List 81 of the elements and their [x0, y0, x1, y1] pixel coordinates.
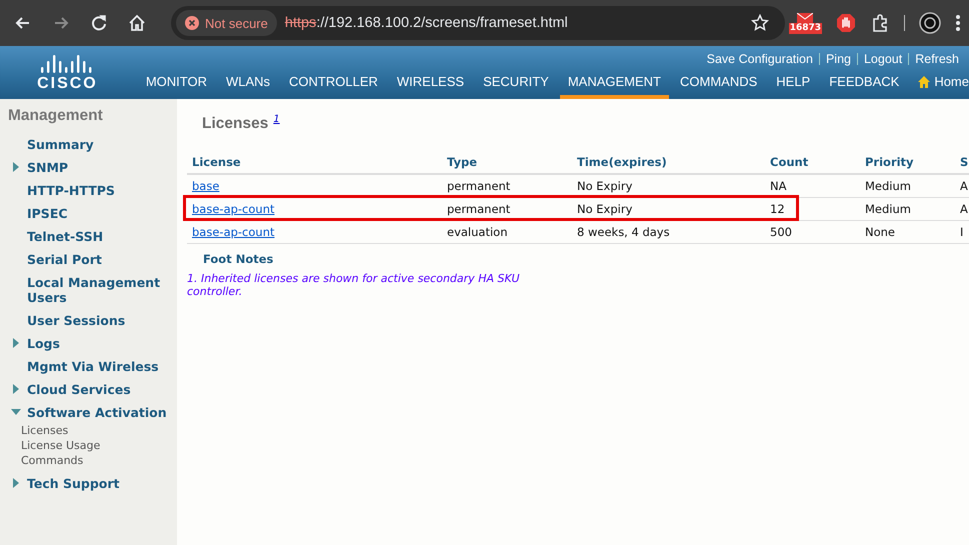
collapsed-triangle-icon[interactable]: [11, 478, 21, 488]
footnote-text: 1. Inherited licenses are shown for active secondary HA SKU controller.: [187, 272, 521, 298]
nav-tab[interactable]: MONITOR: [138, 68, 215, 99]
table-cell: No Expiry: [577, 179, 632, 193]
nav-tab[interactable]: HELP: [768, 68, 818, 99]
table-cell: I: [960, 225, 964, 239]
sidebar-item[interactable]: SNMP: [27, 160, 177, 175]
table-cell: permanent: [447, 202, 510, 216]
collapsed-triangle-icon[interactable]: [11, 338, 21, 348]
sidebar-item[interactable]: Cloud Services: [27, 382, 177, 397]
logo-bars-icon: [41, 52, 94, 72]
hand-stop-icon[interactable]: [836, 13, 856, 33]
nav-tab[interactable]: SECURITY: [475, 68, 557, 99]
table-cell: A: [960, 179, 968, 193]
column-header: Type: [442, 151, 572, 174]
nav-tab[interactable]: FEEDBACK: [821, 68, 908, 99]
envelope-icon: [797, 12, 814, 22]
sidebar-item[interactable]: HTTP-HTTPS: [27, 183, 177, 198]
sidebar-subitem[interactable]: Commands: [21, 453, 177, 468]
table-cell: permanent: [447, 179, 510, 193]
sidebar-item[interactable]: Serial Port: [27, 252, 177, 267]
sidebar-item[interactable]: Summary: [27, 137, 177, 152]
table-cell: Medium: [865, 179, 911, 193]
sidebar-item[interactable]: Telnet-SSH: [27, 229, 177, 244]
badge-count: 16873: [788, 22, 822, 34]
puzzle-icon[interactable]: [870, 13, 890, 33]
home-icon[interactable]: [127, 13, 147, 33]
header-link[interactable]: Logout: [864, 52, 902, 66]
sidebar-subitem[interactable]: Licenses: [21, 423, 177, 438]
url-text: https://192.168.100.2/screens/frameset.html: [284, 15, 568, 31]
column-header: Priority: [860, 151, 955, 174]
table-cell: Medium: [865, 202, 911, 216]
header-link[interactable]: Ping: [826, 52, 851, 66]
table-cell: 12: [770, 202, 785, 216]
license-link[interactable]: base-ap-count: [192, 225, 275, 239]
house-icon: [918, 76, 930, 88]
table-cell: evaluation: [447, 225, 508, 239]
home-link[interactable]: Home: [910, 68, 969, 99]
header-link[interactable]: Save Configuration: [706, 52, 813, 66]
table-cell: None: [865, 225, 896, 239]
profile-avatar-icon[interactable]: [919, 12, 941, 34]
nav-tab[interactable]: WIRELESS: [388, 68, 472, 99]
table-cell: A: [960, 202, 968, 216]
security-label: Not secure: [205, 16, 268, 30]
sidebar-item[interactable]: Logs: [27, 336, 177, 351]
logo-text: CISCO: [37, 74, 98, 92]
column-header: Time(expires): [572, 151, 765, 174]
reload-icon[interactable]: [89, 13, 109, 33]
column-header: S: [955, 151, 969, 174]
sidebar-item[interactable]: Tech Support: [27, 476, 177, 491]
expanded-triangle-icon[interactable]: [11, 407, 21, 417]
sidebar-item[interactable]: Local Management Users: [27, 275, 177, 305]
sidebar-title: Management: [8, 107, 104, 125]
license-link[interactable]: base-ap-count: [192, 202, 275, 216]
nav-tab[interactable]: COMMANDS: [672, 68, 766, 99]
license-link[interactable]: base: [192, 179, 220, 193]
sidebar-item[interactable]: User Sessions: [27, 313, 177, 328]
star-icon[interactable]: [751, 14, 769, 32]
page-title: Licenses: [202, 115, 268, 132]
table-cell: 500: [770, 225, 792, 239]
sidebar-subitem[interactable]: License Usage: [21, 438, 177, 453]
column-header: Count: [765, 151, 860, 174]
sidebar-item[interactable]: IPSEC: [27, 206, 177, 221]
warning-icon: [185, 16, 199, 30]
table-cell: NA: [770, 179, 786, 193]
collapsed-triangle-icon[interactable]: [11, 384, 21, 394]
security-chip[interactable]: Not secure: [176, 10, 277, 36]
sidebar-item[interactable]: Mgmt Via Wireless: [27, 359, 177, 374]
footnote-link[interactable]: 1: [273, 114, 280, 125]
sidebar-item[interactable]: Software Activation: [27, 405, 177, 420]
footnotes-title: Foot Notes: [203, 252, 274, 266]
address-bar[interactable]: Not secure https://192.168.100.2/screens/frameset.html: [171, 6, 785, 40]
column-header: License: [187, 151, 442, 174]
more-menu-icon[interactable]: [955, 14, 961, 32]
extension-icon[interactable]: 16873: [788, 12, 822, 34]
table-cell: No Expiry: [577, 202, 632, 216]
collapsed-triangle-icon[interactable]: [11, 162, 21, 172]
header-link[interactable]: Refresh: [915, 52, 959, 66]
table-cell: 8 weeks, 4 days: [577, 225, 670, 239]
nav-tab[interactable]: CONTROLLER: [281, 68, 386, 99]
nav-tab[interactable]: WLANs: [218, 68, 278, 99]
